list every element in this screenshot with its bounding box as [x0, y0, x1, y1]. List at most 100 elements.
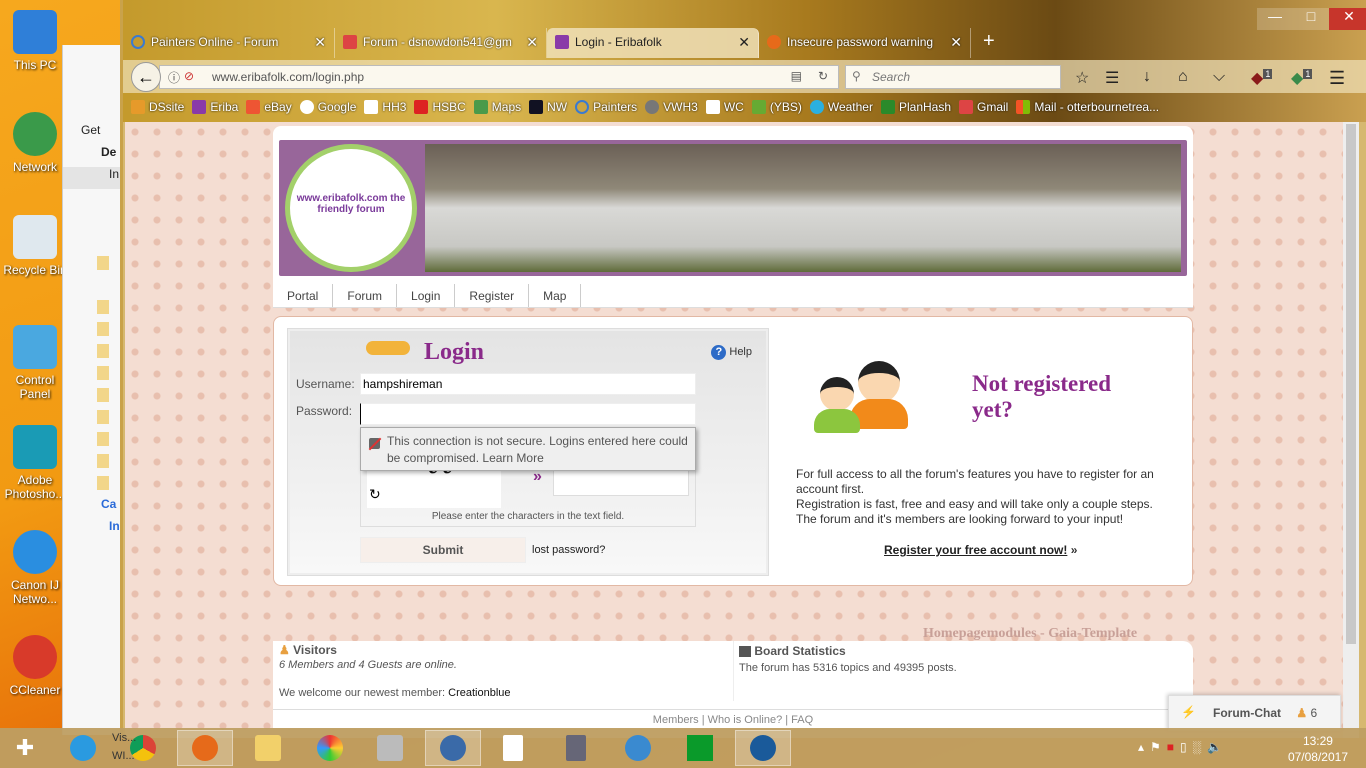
taskbar-app4[interactable]	[735, 730, 791, 766]
taskbar-wordpad[interactable]	[485, 730, 541, 766]
taskbar-app2[interactable]	[548, 730, 604, 766]
desktop-icon-network[interactable]: Network	[2, 112, 68, 174]
bookmark-nw[interactable]: NW	[529, 95, 567, 119]
url-text[interactable]: www.eribafolk.com/login.php	[212, 70, 364, 84]
inbox-row[interactable]: In	[63, 167, 122, 189]
download-icon[interactable]: ↓	[1143, 68, 1151, 86]
folder-row[interactable]	[63, 431, 122, 453]
search-input[interactable]: ⚲ Search	[845, 65, 1061, 89]
insecure-lock-icon[interactable]: ⊘	[184, 69, 194, 83]
folder-row[interactable]	[63, 409, 122, 431]
thunderbird-folder-row[interactable]: Vis...	[112, 732, 136, 744]
password-field[interactable]	[360, 403, 696, 425]
minimize-button[interactable]: —	[1257, 8, 1293, 30]
bookmark-ybs[interactable]: (YBS)	[751, 95, 802, 119]
start-button[interactable]: ✚	[0, 730, 50, 766]
close-tab-icon[interactable]: ✕	[950, 34, 962, 51]
captcha-input[interactable]	[553, 468, 689, 496]
system-tray[interactable]: ▴⚑■▯░🔈	[1138, 740, 1228, 754]
get-messages-button[interactable]: Get	[63, 123, 122, 145]
folder-row[interactable]	[63, 299, 122, 321]
bookmark-gmail[interactable]: Gmail	[959, 95, 1008, 119]
ublock-icon[interactable]: ◆ 1	[1251, 68, 1273, 88]
tab-login-eribafolk[interactable]: Login - Eribafolk ✕	[547, 28, 759, 58]
desktop-icon-control-panel[interactable]: Control Panel	[2, 325, 68, 401]
footer-links[interactable]: Members | Who is Online? | FAQ	[273, 709, 1193, 729]
eribafolk-logo[interactable]: www.eribafolk.com the friendly forum	[285, 144, 417, 272]
folder-row[interactable]	[63, 277, 122, 299]
folder-row[interactable]	[63, 321, 122, 343]
thunderbird-folder-row[interactable]: WI...	[112, 750, 135, 762]
home-icon[interactable]: ⌂	[1178, 68, 1188, 86]
desktop-icon-this-pc[interactable]: This PC	[2, 10, 68, 72]
desktop-icon-photoshop[interactable]: Adobe Photosho...	[2, 425, 68, 501]
folder-row[interactable]	[63, 365, 122, 387]
folder-row[interactable]	[63, 387, 122, 409]
url-bar[interactable]: ⓘ ⊘ www.eribafolk.com/login.php ▤ ↻	[159, 65, 839, 89]
help-link[interactable]: ? Help	[711, 345, 752, 360]
refresh-captcha-icon[interactable]: ↻	[369, 486, 381, 503]
nav-login[interactable]: Login	[397, 284, 456, 307]
lost-password-link[interactable]: lost password?	[532, 544, 605, 556]
folder-row[interactable]	[63, 211, 122, 233]
tab-painters-online[interactable]: Painters Online - Forum ✕	[123, 28, 335, 58]
taskbar-tool[interactable]	[362, 730, 418, 766]
account-row[interactable]: De	[63, 145, 122, 167]
desktop-icon-ccleaner[interactable]: CCleaner	[2, 635, 68, 697]
learn-more-link[interactable]: Learn More	[482, 451, 543, 465]
account-row[interactable]: Ca	[63, 497, 122, 519]
submit-button[interactable]: Submit	[360, 537, 526, 563]
maximize-button[interactable]: □	[1293, 8, 1329, 30]
folder-row[interactable]	[63, 233, 122, 255]
desktop-icon-canon[interactable]: Canon IJ Netwo...	[2, 530, 68, 606]
folder-row[interactable]	[63, 255, 122, 277]
bookmark-hh3[interactable]: HH3	[364, 95, 406, 119]
new-tab-button[interactable]: +	[971, 28, 1007, 58]
reader-view-icon[interactable]: ▤	[791, 69, 802, 83]
taskbar-app3[interactable]	[610, 730, 666, 766]
username-field[interactable]: hampshireman	[360, 373, 696, 395]
bookmark-mail[interactable]: Mail - otterbournetrea...	[1016, 95, 1159, 119]
taskbar-app[interactable]	[302, 730, 358, 766]
bookmark-planhash[interactable]: PlanHash	[880, 95, 951, 119]
info-icon[interactable]: ⓘ	[168, 69, 180, 86]
tab-insecure-password[interactable]: Insecure password warning ✕	[759, 28, 971, 58]
bookmark-google[interactable]: Google	[299, 95, 356, 119]
bookmarks-list-icon[interactable]: ☰	[1105, 68, 1119, 88]
extension-icon[interactable]: ◆ 1	[1291, 68, 1313, 88]
folder-row[interactable]	[63, 453, 122, 475]
bookmark-ebay[interactable]: eBay	[246, 95, 292, 119]
bookmark-painters[interactable]: Painters	[575, 95, 637, 119]
close-window-button[interactable]: ✕	[1329, 8, 1366, 30]
reload-icon[interactable]: ↻	[818, 69, 828, 83]
folder-row[interactable]	[63, 343, 122, 365]
pocket-icon[interactable]: ⌵	[1213, 68, 1225, 86]
bookmark-dssite[interactable]: DSsite	[131, 95, 184, 119]
nav-portal[interactable]: Portal	[273, 284, 334, 307]
register-link[interactable]: Register your free account now! »	[884, 543, 1077, 557]
forum-chat-widget[interactable]: ⚡ Forum-Chat ♟ 6	[1168, 695, 1341, 731]
close-tab-icon[interactable]: ✕	[738, 34, 750, 51]
hamburger-menu-icon[interactable]: ☰	[1329, 68, 1345, 89]
nav-forum[interactable]: Forum	[333, 284, 398, 307]
taskbar-explorer[interactable]	[240, 730, 296, 766]
bookmark-star-icon[interactable]: ☆	[1075, 68, 1089, 88]
bookmark-maps[interactable]: Maps	[473, 95, 521, 119]
bookmark-weather[interactable]: Weather	[809, 95, 873, 119]
bookmark-wc[interactable]: WC	[705, 95, 744, 119]
clock[interactable]: 13:29 07/08/2017	[1288, 733, 1348, 765]
desktop-icon-recycle-bin[interactable]: Recycle Bin	[2, 215, 68, 277]
nav-register[interactable]: Register	[455, 284, 530, 307]
newest-member-link[interactable]: Creationblue	[448, 687, 510, 699]
page-scrollbar[interactable]	[1343, 122, 1359, 738]
taskbar-thunderbird[interactable]	[425, 730, 481, 766]
bookmark-vwh3[interactable]: VWH3	[645, 95, 698, 119]
bookmark-hsbc[interactable]: HSBC	[414, 95, 466, 119]
tab-gmail-forum[interactable]: Forum - dsnowdon541@gm ✕	[335, 28, 547, 58]
nav-map[interactable]: Map	[529, 284, 582, 307]
close-tab-icon[interactable]: ✕	[526, 34, 538, 51]
bookmark-eriba[interactable]: Eriba	[192, 95, 238, 119]
inbox-row[interactable]: In	[63, 519, 122, 541]
folder-row[interactable]	[63, 475, 122, 497]
taskbar-ie[interactable]	[55, 730, 111, 766]
